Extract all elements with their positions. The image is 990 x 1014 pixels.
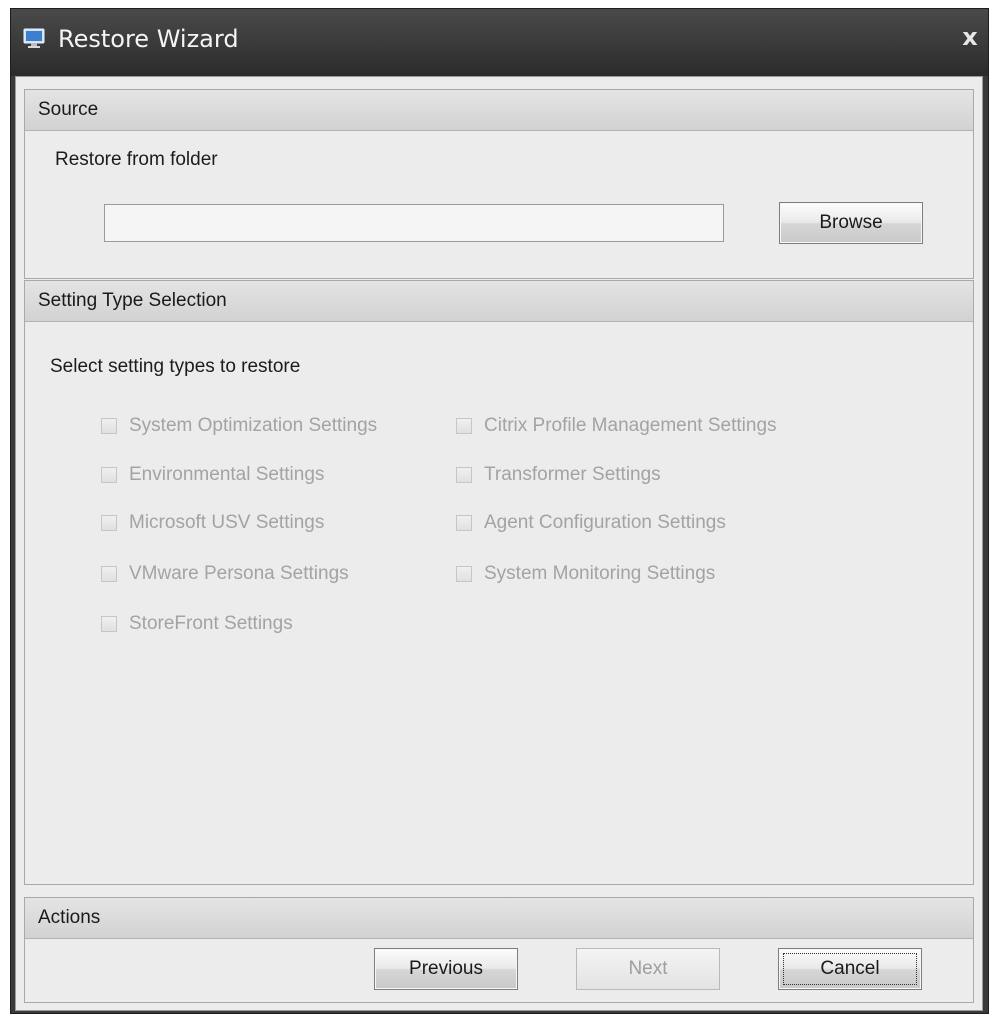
restore-folder-label: Restore from folder [55, 149, 218, 170]
checkbox-box[interactable] [101, 616, 117, 632]
monitor-icon [23, 28, 45, 48]
checkbox-label: System Optimization Settings [129, 415, 378, 436]
close-icon[interactable]: x [958, 25, 982, 49]
next-button[interactable]: Next [576, 948, 720, 990]
checkbox-box[interactable] [456, 515, 472, 531]
restore-folder-input[interactable] [104, 204, 724, 242]
cancel-button[interactable]: Cancel [778, 948, 922, 990]
checkbox-box[interactable] [456, 418, 472, 434]
source-header: Source [25, 90, 973, 131]
checkbox-label: Transformer Settings [484, 464, 661, 485]
checkbox-label: Citrix Profile Management Settings [484, 415, 777, 436]
source-group: Source Restore from folder Browse [24, 89, 974, 279]
checkbox-label: StoreFront Settings [129, 613, 293, 634]
setting-type-header: Setting Type Selection [25, 281, 973, 322]
checkbox-label: Environmental Settings [129, 464, 325, 485]
wizard-body: Source Restore from folder Browse Settin… [15, 76, 983, 1011]
previous-button[interactable]: Previous [374, 948, 518, 990]
checkbox-box[interactable] [101, 467, 117, 483]
browse-button[interactable]: Browse [779, 202, 923, 244]
checkbox-label: Agent Configuration Settings [484, 512, 726, 533]
setting-type-instruction: Select setting types to restore [50, 356, 301, 377]
actions-header: Actions [25, 898, 973, 939]
checkbox-label: Microsoft USV Settings [129, 512, 325, 533]
checkbox-label: System Monitoring Settings [484, 563, 716, 584]
title-bar[interactable]: Restore Wizard x [11, 9, 988, 76]
checkbox-box[interactable] [101, 515, 117, 531]
actions-group: Actions Previous Next Cancel [24, 897, 974, 1003]
checkbox-box[interactable] [456, 566, 472, 582]
restore-wizard-window: Restore Wizard x Source Restore from fol… [10, 8, 989, 1014]
checkbox-label: VMware Persona Settings [129, 563, 349, 584]
checkbox-box[interactable] [101, 566, 117, 582]
checkbox-box[interactable] [456, 467, 472, 483]
checkbox-box[interactable] [101, 418, 117, 434]
setting-type-group: Setting Type Selection Select setting ty… [24, 280, 974, 885]
window-title: Restore Wizard [58, 25, 239, 53]
